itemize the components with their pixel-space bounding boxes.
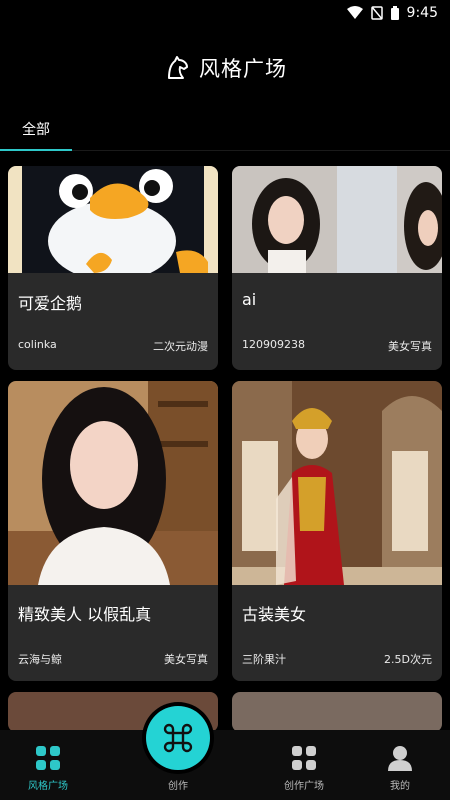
card-image xyxy=(8,166,218,273)
bottom-nav: 风格广场 创作 创作广场 我的 xyxy=(0,730,450,800)
nav-label: 风格广场 xyxy=(28,781,68,792)
card-tag: 2.5D次元 xyxy=(384,653,432,666)
horse-logo-icon xyxy=(168,56,188,79)
card-image xyxy=(232,166,442,273)
card-tag: 美女写真 xyxy=(388,340,432,353)
card-meta: 120909238 美女写真 xyxy=(242,338,432,354)
nav-profile[interactable]: 我的 xyxy=(364,745,436,792)
nav-creation-square[interactable]: 创作广场 xyxy=(268,745,340,792)
style-card[interactable] xyxy=(232,692,442,732)
card-title: 精致美人 以假乱真 xyxy=(18,605,152,624)
style-card[interactable]: 可爱企鹅 colinka 二次元动漫 xyxy=(8,166,218,370)
style-card[interactable]: 精致美人 以假乱真 云海与鲸 美女写真 xyxy=(8,381,218,681)
nav-label: 我的 xyxy=(390,781,410,792)
nav-label: 创作广场 xyxy=(284,781,324,792)
status-bar: 9:45 xyxy=(0,0,450,26)
user-icon xyxy=(388,746,412,771)
card-title: 古装美女 xyxy=(242,605,307,624)
create-button[interactable] xyxy=(146,706,210,770)
card-tag: 美女写真 xyxy=(164,653,208,666)
card-author: 三阶果汁 xyxy=(242,653,286,666)
card-image xyxy=(232,381,442,585)
card-meta: 三阶果汁 2.5D次元 xyxy=(242,651,432,667)
card-meta: 云海与鲸 美女写真 xyxy=(18,651,208,667)
wifi-icon xyxy=(346,6,363,19)
card-author: colinka xyxy=(18,338,57,351)
card-title: ai xyxy=(242,290,257,309)
category-tabs: 全部 xyxy=(0,108,450,151)
tab-label: 全部 xyxy=(22,122,50,138)
style-card[interactable]: ai 120909238 美女写真 xyxy=(232,166,442,370)
no-sim-icon xyxy=(370,6,383,20)
command-icon xyxy=(163,723,193,753)
status-time: 9:45 xyxy=(406,5,438,21)
grid-icon xyxy=(292,746,316,770)
battery-icon xyxy=(390,6,399,20)
app-header: 风格广场 xyxy=(0,46,450,90)
card-author: 云海与鲸 xyxy=(18,653,62,666)
card-image xyxy=(8,381,218,585)
grid-icon xyxy=(36,746,60,770)
card-author: 120909238 xyxy=(242,338,305,351)
card-meta: colinka 二次元动漫 xyxy=(18,338,208,354)
nav-style-square[interactable]: 风格广场 xyxy=(12,745,84,792)
card-tag: 二次元动漫 xyxy=(153,340,208,353)
nav-create[interactable]: 创作 xyxy=(142,777,214,792)
nav-label: 创作 xyxy=(168,781,188,792)
tab-active-indicator xyxy=(0,149,72,151)
card-title: 可爱企鹅 xyxy=(18,294,83,313)
tab-all[interactable]: 全部 xyxy=(0,108,72,151)
style-card[interactable]: 古装美女 三阶果汁 2.5D次元 xyxy=(232,381,442,681)
page-title: 风格广场 xyxy=(199,57,287,81)
